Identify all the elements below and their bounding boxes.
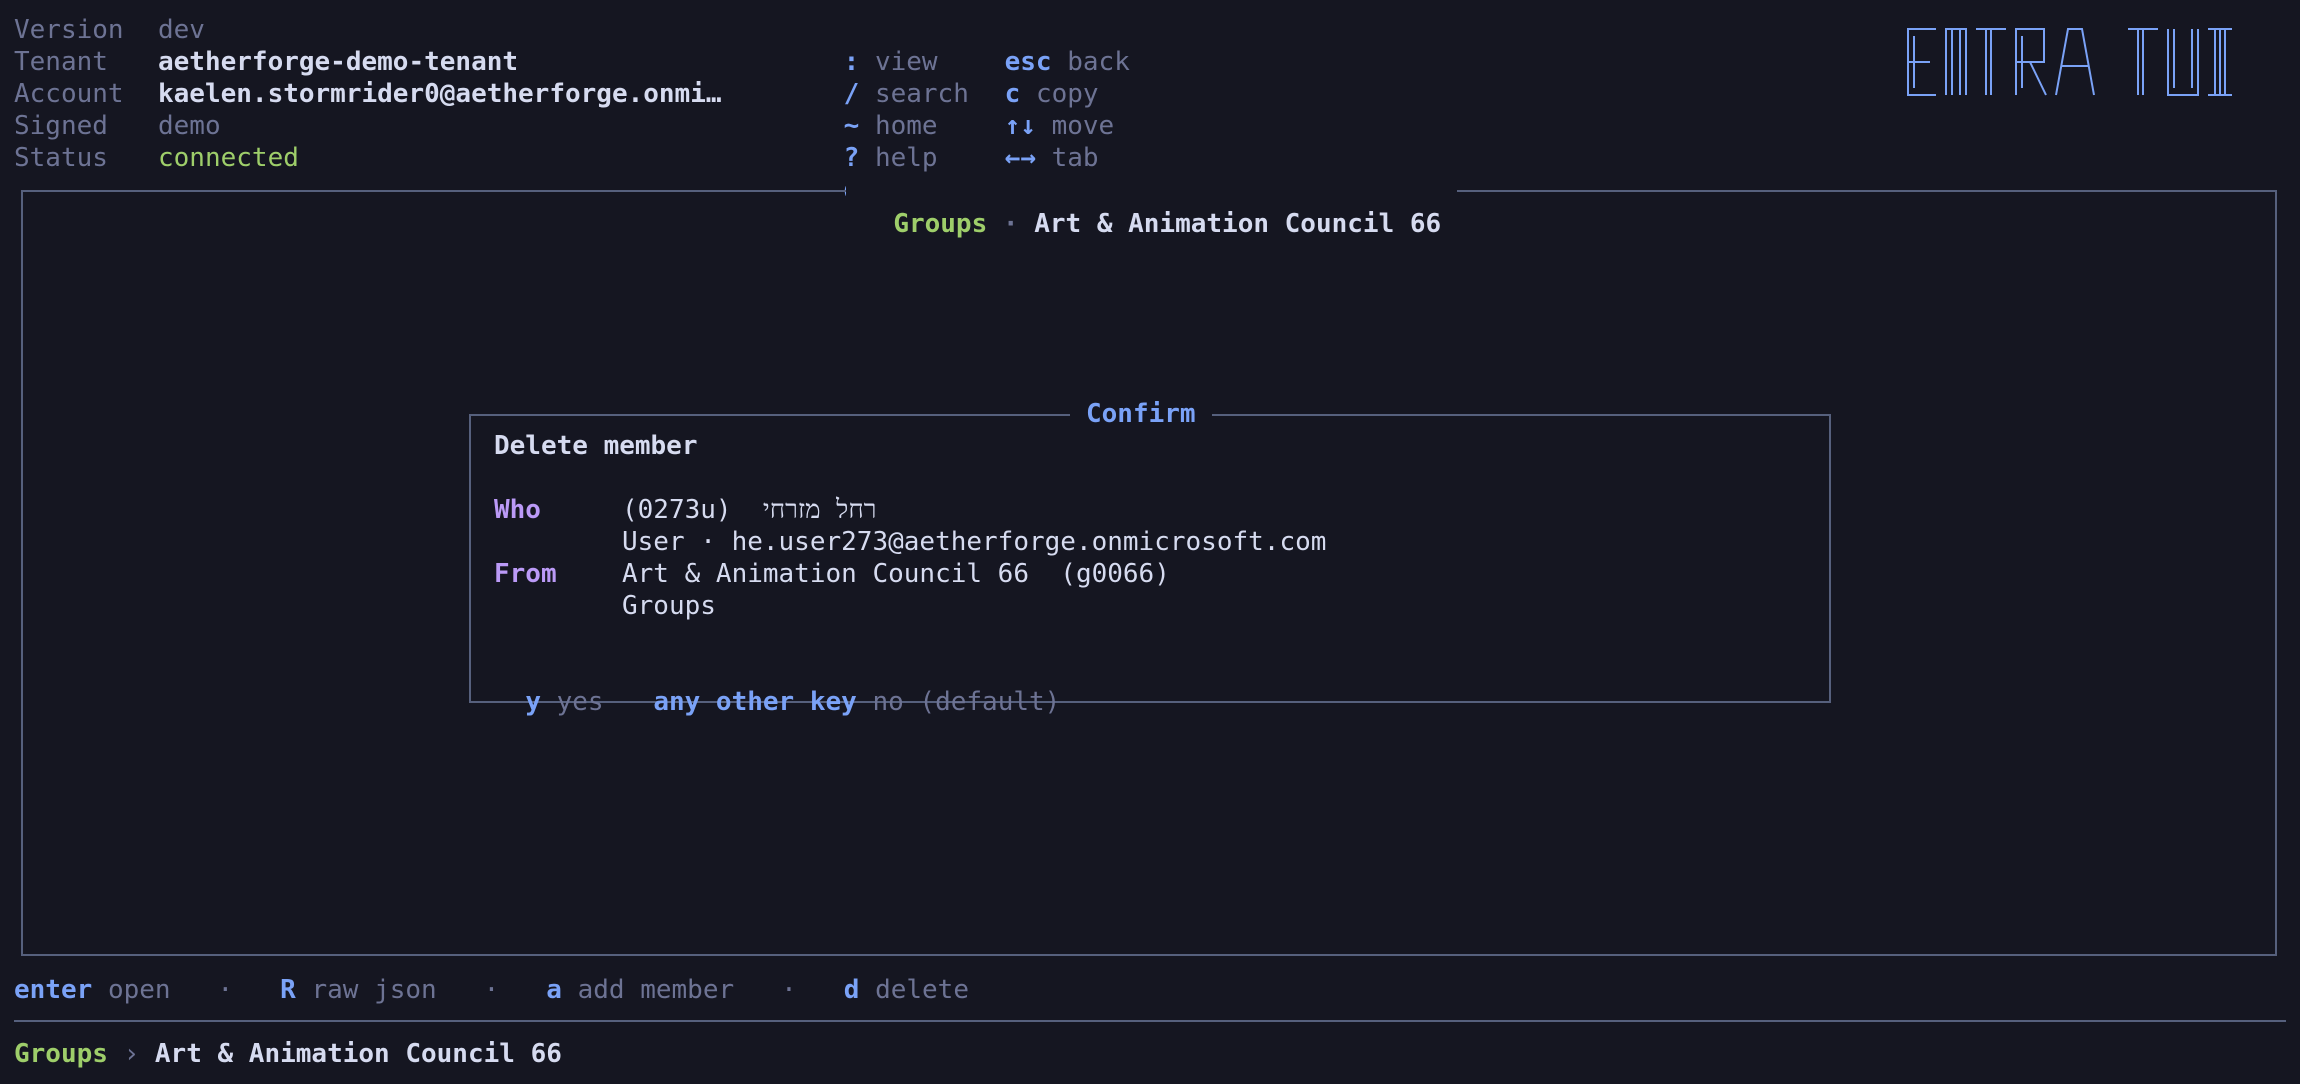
- who-name: רחל מזרחי: [762, 495, 877, 525]
- panel-title-separator: ·: [1002, 209, 1019, 239]
- confirm-heading: Delete member: [494, 431, 698, 461]
- hotkey-tab[interactable]: ←→ tab: [942, 110, 1099, 173]
- no-key: any other key: [653, 687, 857, 717]
- from-value: Art & Animation Council 66 (g0066): [622, 559, 1170, 589]
- action-label: open: [107, 975, 171, 1005]
- confirm-no-option[interactable]: any other key no (default): [622, 654, 1060, 718]
- hotkey-search[interactable]: / search: [781, 46, 969, 109]
- from-label: From: [494, 559, 557, 589]
- action-label: add member: [577, 975, 735, 1005]
- action-open[interactable]: enter open: [14, 975, 171, 1005]
- action-separator: ·: [217, 975, 234, 1005]
- action-key: a: [546, 975, 562, 1005]
- who-id: (0273u) רחל מזרחי: [622, 494, 877, 526]
- action-label: delete: [875, 975, 969, 1005]
- breadcrumb: Groups › Art & Animation Council 66: [14, 1038, 562, 1070]
- action-label: raw json: [311, 975, 437, 1005]
- panel-title-section: Groups: [893, 209, 988, 239]
- footer-divider: [14, 1020, 2286, 1022]
- panel-title: Groups · Art & Animation Council 66: [846, 173, 1458, 239]
- yes-key: y: [525, 687, 541, 717]
- who-label: Who: [494, 495, 541, 525]
- hotkey-help[interactable]: ? help: [781, 110, 938, 173]
- confirm-yes-option[interactable]: y yes: [494, 654, 604, 718]
- action-add-member[interactable]: a add member: [546, 975, 734, 1005]
- account-label: Account: [14, 79, 124, 109]
- version-label: Version: [14, 15, 124, 45]
- hotkey-page[interactable]: pg↑↓ page: [942, 142, 1146, 205]
- who-id-text: (0273u): [622, 495, 732, 525]
- status-value: connected: [158, 143, 299, 173]
- hotkey-copy[interactable]: c copy: [942, 46, 1099, 109]
- action-key: d: [843, 975, 860, 1005]
- action-key: R: [280, 975, 296, 1005]
- breadcrumb-root[interactable]: Groups: [14, 1039, 108, 1069]
- action-separator: ·: [781, 975, 797, 1005]
- app-logo: [1906, 26, 2286, 105]
- signed-value: demo: [158, 111, 221, 141]
- version-value: dev: [158, 15, 205, 45]
- action-key: enter: [14, 975, 93, 1005]
- footer-actions: enter open · R raw json · a add member ·…: [14, 974, 969, 1006]
- breadcrumb-separator: ›: [123, 1039, 140, 1069]
- tenant-label: Tenant: [14, 47, 108, 77]
- tenant-value: aetherforge-demo-tenant: [158, 47, 519, 77]
- from-detail: Groups: [622, 591, 716, 621]
- account-value: kaelen.stormrider0@aetherforge.onmi…: [158, 79, 722, 109]
- confirm-dialog-title: Confirm: [1070, 397, 1212, 431]
- panel-title-name: Art & Animation Council 66: [1034, 209, 1442, 239]
- status-label: Status: [14, 143, 108, 173]
- no-label: no (default): [872, 687, 1061, 717]
- hotkey-move[interactable]: ↑↓ move: [942, 78, 1115, 141]
- who-detail: User · he.user273@aetherforge.onmicrosof…: [622, 527, 1327, 557]
- hotkey-view[interactable]: : view: [781, 14, 938, 77]
- signed-label: Signed: [14, 111, 108, 141]
- hotkey-home[interactable]: ~ home: [781, 78, 938, 141]
- hotkey-quit[interactable]: q quit: [781, 142, 938, 205]
- action-raw-json[interactable]: R raw json: [280, 975, 437, 1005]
- action-separator: ·: [483, 975, 500, 1005]
- yes-label: yes: [556, 687, 604, 717]
- hotkey-back[interactable]: esc back: [942, 14, 1130, 77]
- breadcrumb-current: Art & Animation Council 66: [154, 1039, 562, 1069]
- action-delete[interactable]: d delete: [844, 975, 969, 1005]
